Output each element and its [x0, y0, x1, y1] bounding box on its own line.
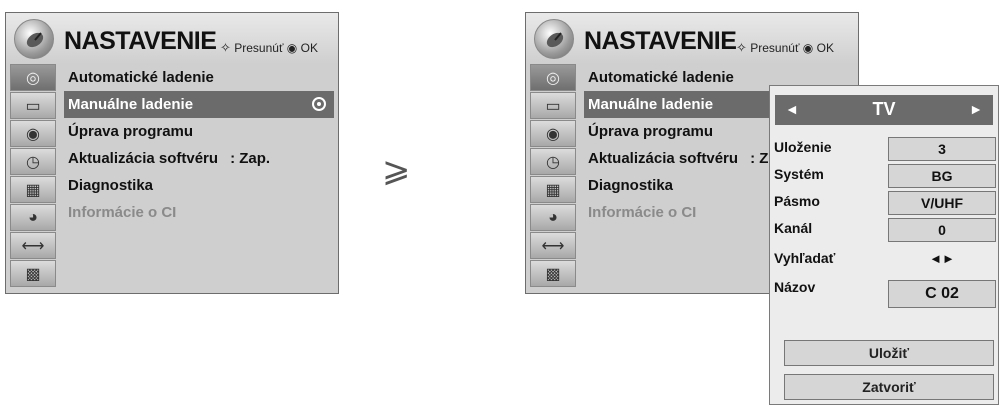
clock-icon[interactable]: ◷: [10, 148, 56, 175]
menu-item-ci-info: Informácie o CI: [64, 199, 334, 226]
right-arrow-icon[interactable]: ►: [969, 101, 983, 117]
clock-icon[interactable]: ◷: [530, 148, 576, 175]
menu-item-label: Diagnostika: [588, 177, 674, 194]
hint-move-label: Presunúť: [750, 41, 800, 55]
disc-icon[interactable]: ◉: [530, 120, 576, 147]
menu-item-manual-tuning[interactable]: Manuálne ladenie: [64, 91, 334, 118]
band-label: Pásmo: [774, 193, 820, 209]
satellite-dish-icon: [534, 19, 574, 59]
hint-ok-label: OK: [816, 41, 834, 55]
menu-item-auto-tuning[interactable]: Automatické ladenie: [64, 64, 334, 91]
plug-icon[interactable]: ⟷: [530, 232, 576, 259]
storage-field[interactable]: 3: [888, 137, 996, 161]
clapper-icon[interactable]: ▩: [530, 260, 576, 287]
transition-arrow-icon: ⩾: [382, 150, 411, 190]
system-label: Systém: [774, 166, 824, 182]
tv-screen-icon[interactable]: ▭: [530, 92, 576, 119]
hint-move-label: Presunúť: [234, 41, 284, 55]
menu-item-label: Aktualizácia softvéru: [588, 150, 739, 167]
navigation-hint: ✧ Presunúť ◉ OK: [736, 40, 834, 56]
menu-item-label: Informácie o CI: [588, 204, 697, 221]
menu-item-label: Aktualizácia softvéru: [68, 150, 219, 167]
satellite-dish-icon[interactable]: ◎: [10, 64, 56, 91]
system-field[interactable]: BG: [888, 164, 996, 188]
lock-icon[interactable]: ◕: [530, 204, 576, 231]
menu-title: NASTAVENIE: [584, 27, 737, 55]
menu-item-label: Diagnostika: [68, 177, 154, 194]
hint-ok-label: OK: [300, 41, 318, 55]
disc-icon[interactable]: ◉: [10, 120, 56, 147]
menu-item-label: Informácie o CI: [68, 204, 177, 221]
menu-item-program-edit[interactable]: Úprava programu: [64, 118, 334, 145]
satellite-dish-icon: [14, 19, 54, 59]
tv-screen-icon[interactable]: ▭: [10, 92, 56, 119]
move-arrows-icon: ✧: [736, 40, 747, 55]
name-label: Názov: [774, 279, 816, 295]
menu-item-label: Automatické ladenie: [68, 69, 214, 86]
storage-label: Uloženie: [774, 139, 832, 155]
category-sidebar: ◎ ▭ ◉ ◷ ▦ ◕ ⟷ ▩: [530, 64, 576, 289]
search-arrows[interactable]: ◄►: [888, 251, 996, 266]
clapper-icon[interactable]: ▩: [10, 260, 56, 287]
band-field[interactable]: V/UHF: [888, 191, 996, 215]
selected-radio-icon: [312, 97, 326, 111]
name-field[interactable]: C 02: [888, 280, 996, 308]
calendar-icon[interactable]: ▦: [10, 176, 56, 203]
search-label: Vyhľadať: [774, 250, 836, 266]
menu-item-value: : Zap.: [230, 150, 271, 167]
menu-header: NASTAVENIE ✧ Presunúť ◉ OK: [6, 13, 338, 64]
manual-tuning-popup: ◄ TV ► Uloženie 3 Systém BG Pásmo V/UHF …: [769, 85, 999, 405]
navigation-hint: ✧ Presunúť ◉ OK: [220, 40, 318, 56]
save-button[interactable]: Uložiť: [784, 340, 994, 366]
ok-icon: ◉: [802, 41, 814, 55]
category-sidebar: ◎ ▭ ◉ ◷ ▦ ◕ ⟷ ▩: [10, 64, 56, 289]
menu-header: NASTAVENIE ✧ Presunúť ◉ OK: [526, 13, 858, 64]
input-source-label: TV: [872, 99, 896, 119]
channel-label: Kanál: [774, 220, 813, 236]
move-arrows-icon: ✧: [220, 40, 231, 55]
channel-field[interactable]: 0: [888, 218, 996, 242]
menu-item-label: Úprava programu: [68, 123, 194, 140]
ok-icon: ◉: [286, 41, 298, 55]
calendar-icon[interactable]: ▦: [530, 176, 576, 203]
close-button[interactable]: Zatvoriť: [784, 374, 994, 400]
menu-item-label: Úprava programu: [588, 123, 714, 140]
menu-title: NASTAVENIE: [64, 27, 217, 55]
satellite-dish-icon[interactable]: ◎: [530, 64, 576, 91]
menu-item-diagnostics[interactable]: Diagnostika: [64, 172, 334, 199]
menu-item-value: : Z: [750, 150, 769, 167]
input-selector[interactable]: ◄ TV ►: [775, 95, 993, 125]
menu-item-software-update[interactable]: Aktualizácia softvéru : Zap.: [64, 145, 334, 172]
menu-item-label: Manuálne ladenie: [68, 96, 194, 113]
menu-item-label: Manuálne ladenie: [588, 96, 714, 113]
setup-menu-left: NASTAVENIE ✧ Presunúť ◉ OK ◎ ▭ ◉ ◷ ▦ ◕ ⟷…: [5, 12, 339, 294]
menu-item-label: Automatické ladenie: [588, 69, 734, 86]
plug-icon[interactable]: ⟷: [10, 232, 56, 259]
menu-list: Automatické ladenie Manuálne ladenie Úpr…: [64, 64, 334, 289]
lock-icon[interactable]: ◕: [10, 204, 56, 231]
